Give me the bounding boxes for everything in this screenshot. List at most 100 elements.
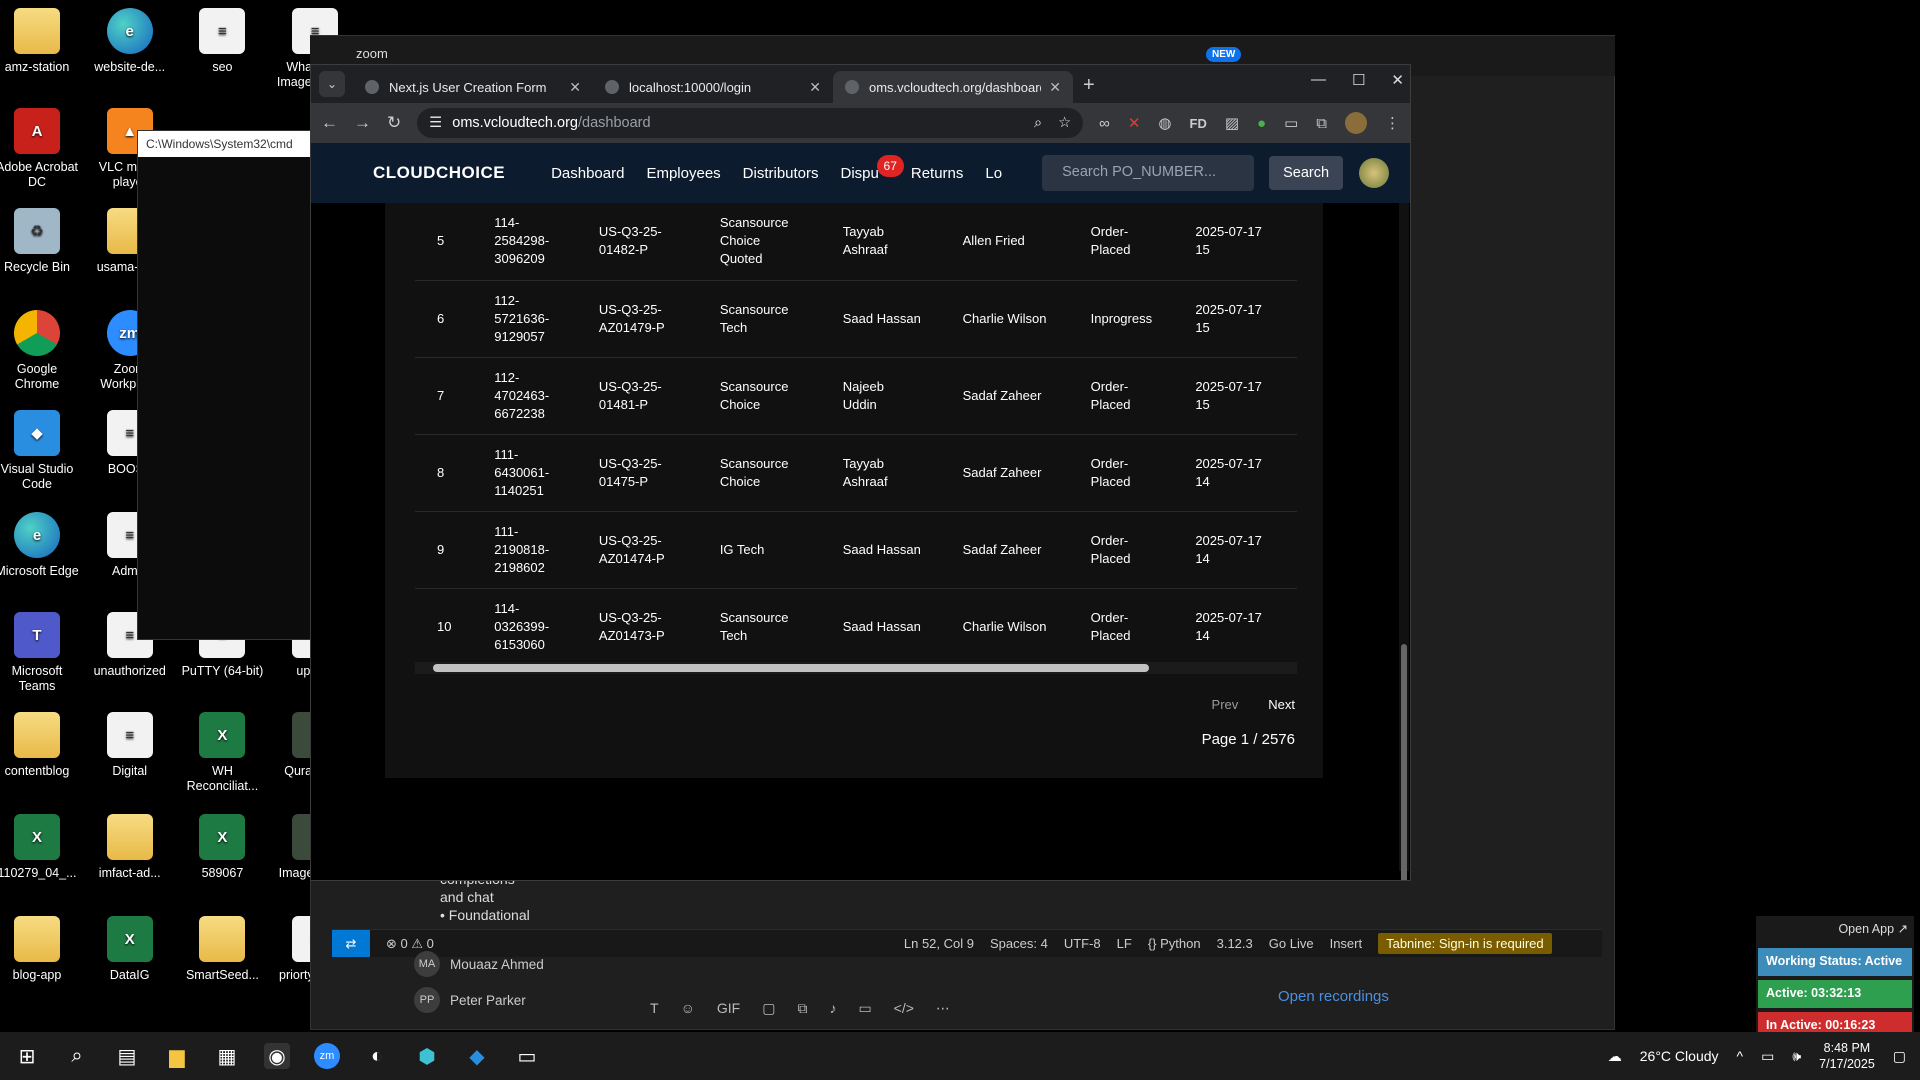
network-icon[interactable]: ▭ bbox=[1761, 1048, 1774, 1065]
language-mode[interactable]: {} Python bbox=[1148, 936, 1201, 951]
url-field[interactable]: ☰ oms.vcloudtech.org /dashboard ⌕ ☆ bbox=[417, 108, 1084, 138]
desktop-icon[interactable]: A Adobe Acrobat DC bbox=[0, 108, 80, 190]
browser-tab[interactable]: Next.js User Creation Form ✕ bbox=[353, 71, 593, 103]
tab-search-icon[interactable]: ⌄ bbox=[319, 71, 345, 97]
desktop-icon[interactable]: Google Chrome bbox=[0, 310, 80, 392]
indent-setting[interactable]: Spaces: 4 bbox=[990, 936, 1048, 951]
terminal-taskbar-icon[interactable]: ▭ bbox=[514, 1043, 540, 1069]
nav-dashboard[interactable]: Dashboard bbox=[551, 165, 624, 182]
prev-button[interactable]: Prev bbox=[1212, 697, 1239, 712]
forward-icon[interactable]: → bbox=[354, 113, 371, 133]
desktop-icon[interactable]: blog-app bbox=[0, 916, 80, 983]
maximize-icon[interactable]: ☐ bbox=[1352, 71, 1365, 89]
vertical-scrollbar[interactable] bbox=[1399, 203, 1409, 880]
nav-returns[interactable]: Returns bbox=[911, 165, 964, 182]
vscode-taskbar-icon[interactable]: ◆ bbox=[464, 1043, 490, 1069]
table-row[interactable]: 5 114- 2584298- 3096209 US-Q3-25- 01482-P Scan… bbox=[415, 203, 1297, 281]
next-button[interactable]: Next bbox=[1268, 697, 1295, 712]
desktop-icon[interactable]: ≡ seo bbox=[179, 8, 265, 75]
po-search-input[interactable]: Search PO_NUMBER... bbox=[1042, 155, 1255, 191]
desktop-icon[interactable]: T Microsoft Teams bbox=[0, 612, 80, 694]
close-icon[interactable]: ✕ bbox=[569, 79, 581, 96]
profile-avatar[interactable] bbox=[1345, 112, 1367, 134]
mic-icon[interactable]: ♪ bbox=[829, 1000, 836, 1017]
chat-person[interactable]: MA Mouaaz Ahmed bbox=[414, 946, 834, 982]
task-view-icon[interactable]: ▤ bbox=[114, 1043, 140, 1069]
site-info-icon[interactable]: ☰ bbox=[429, 115, 442, 131]
chrome-taskbar-icon[interactable]: ◉ bbox=[264, 1043, 290, 1069]
gif-icon[interactable]: GIF bbox=[717, 1000, 740, 1017]
horizontal-scrollbar[interactable] bbox=[415, 662, 1297, 674]
fd-extension-icon[interactable]: FD bbox=[1190, 116, 1207, 131]
table-row[interactable]: 7 112- 4702463- 6672238 US-Q3-25- 01481-P Scan… bbox=[415, 357, 1297, 435]
logo[interactable]: CLOUDCHOICE bbox=[373, 163, 505, 183]
close-icon[interactable]: ✕ bbox=[1049, 79, 1061, 96]
desktop-icon[interactable]: X WH Reconciliat... bbox=[179, 712, 265, 794]
extension-icon[interactable]: ▭ bbox=[1284, 114, 1298, 132]
table-row[interactable]: 10 114- 0326399- 6153060 US-Q3-25- AZ01473-P S… bbox=[415, 588, 1297, 666]
close-icon[interactable]: ✕ bbox=[809, 79, 821, 96]
open-recordings-link[interactable]: Open recordings bbox=[1278, 988, 1389, 1005]
scroll-thumb[interactable] bbox=[433, 664, 1149, 672]
app-taskbar-icon[interactable]: ⬢ bbox=[414, 1043, 440, 1069]
bookmark-star-icon[interactable]: ☆ bbox=[1058, 115, 1071, 131]
table-row[interactable]: 6 112- 5721636- 9129057 US-Q3-25- AZ01479-P Sc… bbox=[415, 280, 1297, 358]
zoom-taskbar-icon[interactable]: zm bbox=[314, 1043, 340, 1069]
search-button[interactable]: Search bbox=[1269, 156, 1344, 190]
reload-icon[interactable]: ↻ bbox=[387, 113, 401, 133]
tray-chevron-icon[interactable]: ^ bbox=[1737, 1048, 1744, 1064]
extension-icon[interactable]: ∞ bbox=[1099, 115, 1110, 132]
encoding[interactable]: UTF-8 bbox=[1064, 936, 1101, 951]
back-icon[interactable]: ← bbox=[321, 113, 338, 133]
desktop-icon[interactable]: ♻ Recycle Bin bbox=[0, 208, 80, 275]
eol[interactable]: LF bbox=[1117, 936, 1132, 951]
table-row[interactable]: 9 111- 2190818- 2198602 US-Q3-25- AZ01474-P IG… bbox=[415, 511, 1297, 589]
nav-employees[interactable]: Employees bbox=[646, 165, 720, 182]
cursor-position[interactable]: Ln 52, Col 9 bbox=[904, 936, 974, 951]
menu-icon[interactable]: ⋮ bbox=[1385, 114, 1400, 132]
more-icon[interactable]: ⋯ bbox=[936, 1000, 950, 1017]
nav-disputes[interactable]: Dispu 67 bbox=[841, 154, 904, 182]
video-icon[interactable]: ▭ bbox=[858, 1000, 871, 1017]
weather-icon[interactable]: ☁ bbox=[1608, 1048, 1622, 1065]
file-icon[interactable]: ▢ bbox=[762, 1000, 775, 1017]
table-row[interactable]: 8 111- 6430061- 1140251 US-Q3-25- 01475-P Scan… bbox=[415, 434, 1297, 512]
browser-tab[interactable]: localhost:10000/login ✕ bbox=[593, 71, 833, 103]
desktop-icon[interactable]: e website-de... bbox=[87, 8, 173, 75]
puzzle-icon[interactable]: ⧉ bbox=[1316, 115, 1327, 132]
format-icon[interactable]: T bbox=[650, 1000, 659, 1017]
go-live-button[interactable]: Go Live bbox=[1269, 936, 1314, 951]
new-tab-button[interactable]: + bbox=[1083, 74, 1095, 97]
desktop-icon[interactable]: X 110279_04_... bbox=[0, 814, 80, 881]
desktop-icon[interactable]: ≡ Digital bbox=[87, 712, 173, 779]
app-taskbar-icon[interactable]: ◐ bbox=[364, 1043, 390, 1069]
desktop-icon[interactable]: amz-station bbox=[0, 8, 80, 75]
windows-start-icon[interactable]: ⊞ bbox=[14, 1043, 40, 1069]
desktop-icon[interactable]: SmartSeed... bbox=[179, 916, 265, 983]
desktop-icon[interactable]: X 589067 bbox=[179, 814, 265, 881]
zoom-lens-icon[interactable]: ⌕ bbox=[1034, 115, 1042, 131]
remote-icon[interactable]: ⇄ bbox=[332, 930, 370, 957]
weather-text[interactable]: 26°C Cloudy bbox=[1640, 1048, 1719, 1064]
file-explorer-icon[interactable]: ▆ bbox=[164, 1043, 190, 1069]
desktop-icon[interactable]: imfact-ad... bbox=[87, 814, 173, 881]
code-icon[interactable]: </> bbox=[894, 1000, 914, 1017]
cmd-window[interactable]: C:\Windows\System32\cmd bbox=[137, 130, 317, 640]
minimize-icon[interactable]: — bbox=[1311, 71, 1326, 89]
desktop-icon[interactable]: e Microsoft Edge bbox=[0, 512, 80, 579]
emoji-icon[interactable]: ☺ bbox=[681, 1000, 695, 1017]
nav-logs[interactable]: Lo bbox=[985, 165, 1002, 182]
notifications-icon[interactable]: ▢ bbox=[1893, 1048, 1906, 1065]
user-avatar[interactable] bbox=[1359, 158, 1390, 188]
globe-icon[interactable]: ◍ bbox=[1158, 114, 1171, 132]
python-version[interactable]: 3.12.3 bbox=[1217, 936, 1253, 951]
close-window-icon[interactable]: ✕ bbox=[1391, 71, 1404, 89]
nav-distributors[interactable]: Distributors bbox=[743, 165, 819, 182]
browser-tab-active[interactable]: oms.vcloudtech.org/dashboard ✕ bbox=[833, 71, 1073, 103]
scroll-thumb[interactable] bbox=[1401, 644, 1407, 880]
volume-icon[interactable]: 🕪 bbox=[1792, 1048, 1801, 1065]
desktop-icon[interactable]: contentblog bbox=[0, 712, 80, 779]
extension-icon[interactable]: ▨ bbox=[1225, 114, 1239, 132]
search-icon[interactable]: ⌕ bbox=[64, 1043, 90, 1069]
desktop-icon[interactable]: X DataIG bbox=[87, 916, 173, 983]
